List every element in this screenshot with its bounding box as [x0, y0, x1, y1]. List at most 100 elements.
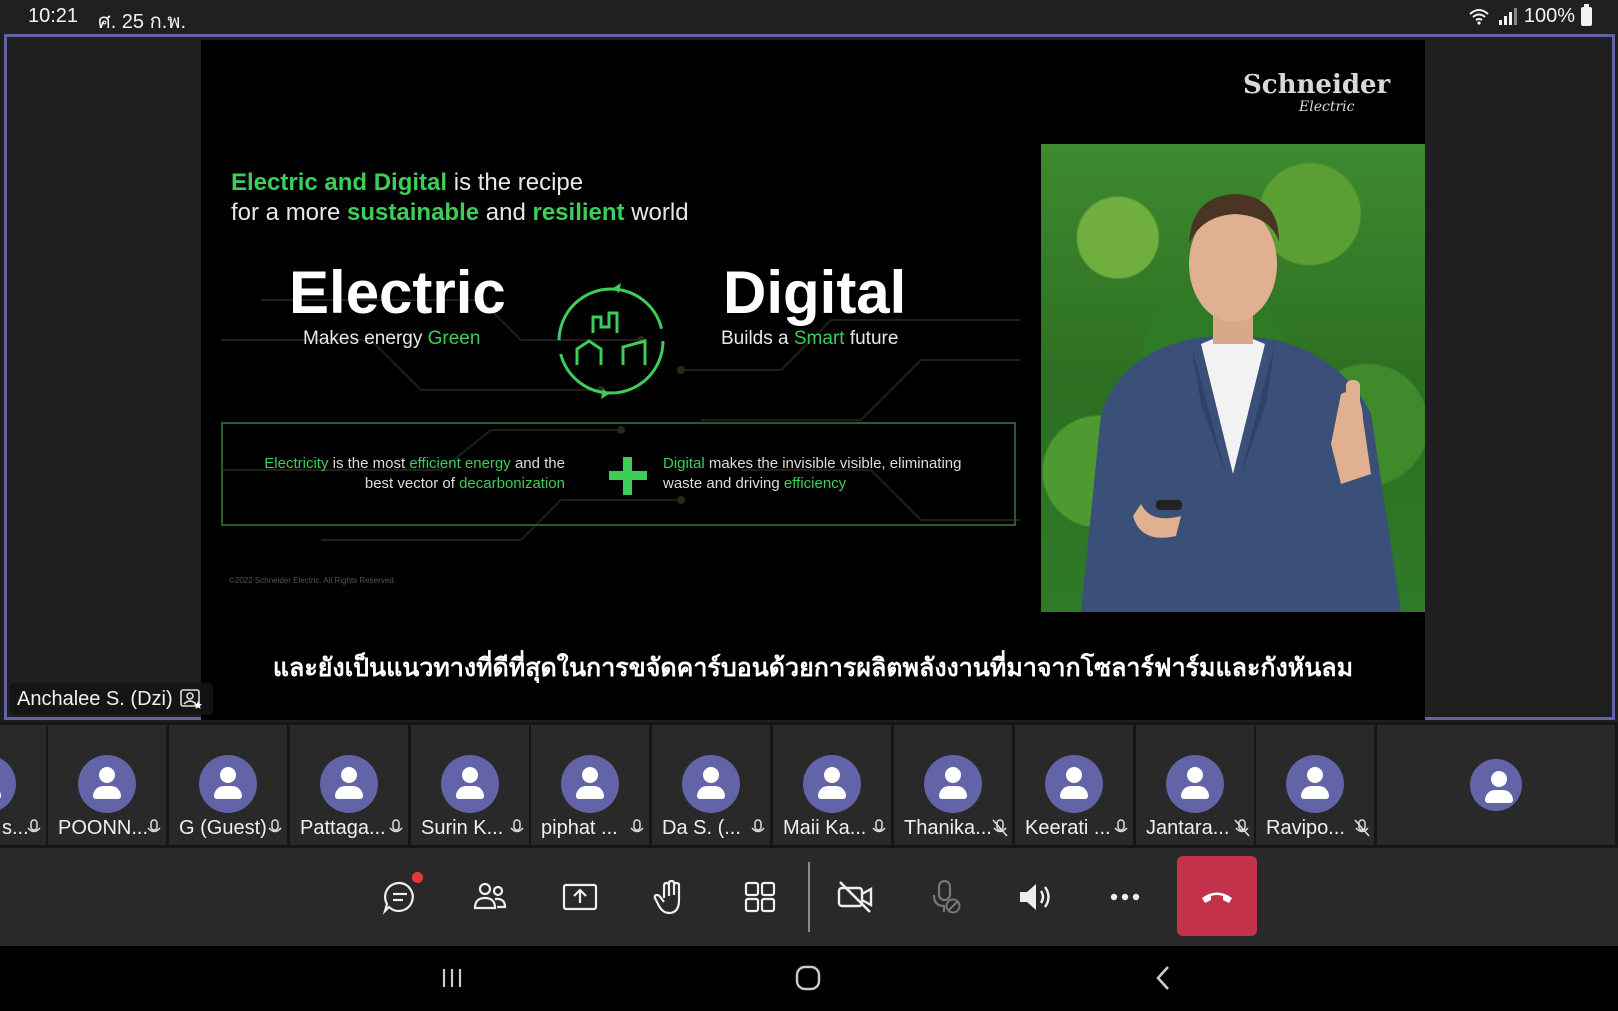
speaker-icon	[1020, 884, 1050, 910]
participant-avatar	[78, 755, 136, 813]
participant-name: G (Guest)	[179, 817, 267, 839]
participant-tile[interactable]: piphat ...	[531, 725, 649, 845]
participant-tile[interactable]: Ravipo...	[1256, 725, 1374, 845]
electric-title: Electric	[289, 259, 506, 326]
battery-icon	[1581, 4, 1592, 26]
participant-name: Jantara...	[1146, 817, 1230, 839]
hang-up-icon	[1202, 892, 1232, 903]
camera-off-icon	[837, 881, 873, 913]
mic-off-icon	[1234, 819, 1250, 837]
call-controls-bar	[0, 848, 1618, 946]
mic-icon	[751, 819, 765, 833]
mic-off-icon	[992, 819, 1008, 837]
mic-icon	[268, 819, 282, 833]
participant-avatar	[682, 755, 740, 813]
electric-subtitle: Makes energy Green	[303, 328, 480, 350]
efficient-energy-word: efficient energy	[409, 455, 511, 472]
participant-tile[interactable]: G (Guest)	[169, 725, 287, 845]
system-navigation-bar	[0, 946, 1618, 1011]
electricity-word: Electricity	[264, 455, 329, 472]
participant-tile-overflow[interactable]	[1377, 725, 1615, 845]
home-button[interactable]	[790, 960, 826, 996]
participant-avatar	[1470, 759, 1522, 811]
mic-icon	[389, 819, 403, 833]
participant-avatar	[1045, 755, 1103, 813]
microphone-button[interactable]	[916, 868, 974, 926]
participant-name: Ravipo...	[1266, 817, 1345, 839]
participant-avatar	[320, 755, 378, 813]
participant-name: Maii Ka...	[783, 817, 867, 839]
back-icon	[1156, 966, 1169, 990]
presenter-name: Anchalee S. (Dzi)	[17, 687, 173, 710]
chat-button[interactable]	[371, 868, 429, 926]
battery-percent: 100%	[1523, 5, 1575, 27]
digital-sub-text-b: future	[844, 328, 899, 349]
participant-avatar	[1166, 755, 1224, 813]
participant-name: POONN...	[58, 817, 149, 839]
participant-tile[interactable]: Da S. (...	[652, 725, 770, 845]
participant-tile[interactable]: Maii Ka...	[773, 725, 891, 845]
participant-tile[interactable]: s...	[0, 725, 46, 845]
status-right: 100%	[1468, 4, 1592, 28]
presentation-slide: Schneider Electric Electric and Digital …	[201, 40, 1425, 720]
people-icon	[473, 882, 507, 910]
participant-avatar	[441, 755, 499, 813]
shared-content-stage[interactable]: Schneider Electric Electric and Digital …	[4, 34, 1615, 720]
participant-tile[interactable]: Thanika...	[894, 725, 1012, 845]
hang-up-button[interactable]	[1177, 856, 1257, 936]
recent-apps-button[interactable]	[434, 960, 470, 996]
participant-tile[interactable]: Jantara...	[1136, 725, 1254, 845]
chat-icon	[382, 881, 414, 915]
digital-word: Digital	[663, 455, 705, 472]
electricity-benefit: Electricity is the most efficient energy…	[245, 454, 565, 494]
participant-avatar	[561, 755, 619, 813]
digital-title: Digital	[723, 259, 907, 326]
mic-icon	[510, 819, 524, 833]
heading-text-1: is the recipe	[447, 169, 584, 196]
raise-hand-icon	[653, 879, 681, 915]
status-bar: 10:21 ศ. 25 ก.พ. 100%	[0, 0, 1618, 34]
notification-dot	[412, 872, 423, 883]
camera-toggle-button[interactable]	[826, 868, 884, 926]
participant-avatar	[803, 755, 861, 813]
participant-tile[interactable]: Surin K...	[411, 725, 529, 845]
participant-tile[interactable]: POONN...	[48, 725, 166, 845]
participant-name: Surin K...	[421, 817, 504, 839]
speaker-figure	[1081, 194, 1401, 612]
home-icon	[795, 965, 821, 991]
more-options-button[interactable]	[1096, 868, 1154, 926]
slide-heading: Electric and Digital is the recipe for a…	[231, 168, 689, 228]
heading-green-2: sustainable	[347, 199, 480, 226]
electricity-text-a: is the most	[328, 455, 410, 472]
participant-name: Thanika...	[904, 817, 992, 839]
mic-icon	[147, 819, 161, 833]
efficiency-word: efficiency	[783, 475, 847, 492]
electric-sub-text: Makes energy	[303, 328, 428, 349]
wifi-icon	[1469, 8, 1489, 25]
raise-hand-button[interactable]	[641, 868, 699, 926]
participant-name: Pattaga...	[300, 817, 386, 839]
view-layout-button[interactable]	[731, 868, 789, 926]
mic-off-icon	[1354, 819, 1370, 837]
plus-icon	[609, 457, 647, 495]
participant-name: Keerati ...	[1025, 817, 1111, 839]
heading-green-1: Electric and Digital	[231, 169, 448, 196]
participant-tile[interactable]: Pattaga...	[290, 725, 408, 845]
people-button[interactable]	[461, 868, 519, 926]
speaker-button[interactable]	[1006, 868, 1064, 926]
decarbonization-word: decarbonization	[459, 475, 565, 492]
electric-sub-green: Green	[427, 328, 481, 349]
participant-avatar	[1286, 755, 1344, 813]
mic-icon	[27, 819, 41, 833]
digital-subtitle: Builds a Smart future	[721, 328, 898, 350]
participant-name: s...	[2, 817, 29, 839]
participants-strip[interactable]: s... POONN... G (Guest) Pattaga... Surin…	[0, 722, 1618, 848]
benefits-box: Electricity is the most efficient energy…	[221, 422, 1016, 526]
share-screen-button[interactable]	[551, 868, 609, 926]
schneider-logo: Schneider Electric	[1243, 72, 1393, 118]
participant-tile[interactable]: Keerati ...	[1015, 725, 1133, 845]
back-button[interactable]	[1146, 960, 1182, 996]
participant-name: Da S. (...	[662, 817, 741, 839]
participant-name: piphat ...	[541, 817, 618, 839]
heading-text-2c: world	[624, 199, 689, 226]
